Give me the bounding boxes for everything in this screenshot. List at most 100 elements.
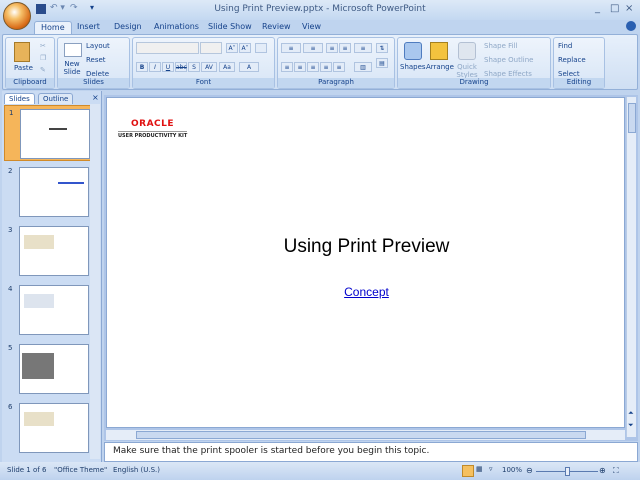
minimize-button[interactable]: _: [595, 3, 600, 14]
select-button[interactable]: Select: [558, 70, 580, 78]
panel-scrollbar[interactable]: [90, 104, 100, 459]
tab-insert[interactable]: Insert: [77, 22, 100, 31]
align-text-button[interactable]: ▤: [376, 58, 388, 68]
italic-button[interactable]: I: [149, 62, 161, 72]
clipboard-label: Clipboard: [6, 78, 54, 88]
title-bar: Using Print Preview.pptx - Microsoft Pow…: [0, 0, 640, 20]
maximize-button[interactable]: □: [610, 3, 619, 14]
zoom-slider-thumb[interactable]: [565, 467, 570, 476]
slide-sorter-icon[interactable]: ▦: [476, 465, 488, 477]
close-panel-button[interactable]: ×: [92, 93, 99, 102]
oracle-logo: ORACLE: [131, 119, 175, 129]
align-right-button[interactable]: ≡: [307, 62, 319, 72]
thumbnail: [19, 344, 89, 394]
group-slides: New Slide Layout Reset Delete Slides: [57, 37, 130, 89]
shadow-button[interactable]: S: [188, 62, 200, 72]
font-name-select[interactable]: [136, 42, 199, 54]
spacing-button[interactable]: AV: [201, 62, 217, 72]
slide-canvas[interactable]: ORACLE USER PRODUCTIVITY KIT Using Print…: [106, 97, 625, 428]
copy-icon[interactable]: ❐: [40, 54, 46, 62]
tab-review[interactable]: Review: [262, 22, 291, 31]
format-painter-icon[interactable]: ✎: [40, 66, 46, 74]
tab-slides[interactable]: Slides: [4, 93, 35, 104]
numbering-button[interactable]: ≡: [303, 43, 323, 53]
drawing-label: Drawing: [398, 78, 550, 88]
redo-icon[interactable]: ↷: [70, 3, 78, 13]
save-icon[interactable]: [36, 4, 46, 14]
tab-home[interactable]: Home: [34, 21, 72, 35]
thumbnail: [19, 167, 89, 217]
slide-thumbnail-5[interactable]: 5: [4, 341, 92, 397]
text-direction-button[interactable]: ⇅: [376, 43, 388, 53]
scroll-thumb[interactable]: [628, 103, 636, 133]
delete-button[interactable]: Delete: [86, 70, 109, 78]
previous-slide-icon[interactable]: ⏶: [628, 409, 634, 418]
tab-design[interactable]: Design: [114, 22, 142, 31]
quick-styles-button[interactable]: Quick Styles: [454, 63, 480, 79]
horizontal-scrollbar[interactable]: [106, 430, 625, 440]
arrange-icon: [430, 42, 448, 60]
slide-thumbnail-1[interactable]: 1: [4, 105, 92, 161]
slide-number: 2: [8, 167, 13, 175]
shape-fill-button[interactable]: Shape Fill: [484, 42, 518, 50]
shrink-font-button[interactable]: A˅: [239, 43, 251, 53]
tab-view[interactable]: View: [302, 22, 321, 31]
slide-thumbnail-2[interactable]: 2: [4, 164, 92, 220]
decrease-indent-button[interactable]: ≡: [326, 43, 338, 53]
font-size-select[interactable]: [200, 42, 222, 54]
concept-link[interactable]: Concept: [107, 285, 626, 299]
help-icon[interactable]: [626, 21, 636, 31]
strikethrough-button[interactable]: abc: [175, 62, 187, 72]
font-color-button[interactable]: A: [239, 62, 259, 72]
shapes-button[interactable]: Shapes: [400, 63, 426, 71]
shape-outline-button[interactable]: Shape Outline: [484, 56, 533, 64]
undo-icon[interactable]: ↶ ▾: [50, 3, 65, 13]
replace-button[interactable]: Replace: [558, 56, 586, 64]
grow-font-button[interactable]: A˄: [226, 43, 238, 53]
tab-animations[interactable]: Animations: [154, 22, 199, 31]
new-slide-button[interactable]: New Slide: [62, 60, 82, 76]
shape-effects-button[interactable]: Shape Effects: [484, 70, 532, 78]
clear-format-button[interactable]: [255, 43, 267, 53]
layout-button[interactable]: Layout: [86, 42, 110, 50]
find-button[interactable]: Find: [558, 42, 572, 50]
zoom-level[interactable]: 100%: [502, 466, 522, 474]
tab-slide-show[interactable]: Slide Show: [208, 22, 252, 31]
paragraph-label: Paragraph: [278, 78, 394, 88]
notes-pane[interactable]: Make sure that the print spooler is star…: [104, 442, 638, 462]
distribute-button[interactable]: ≡: [333, 62, 345, 72]
slide-thumbnail-6[interactable]: 6: [4, 400, 92, 456]
next-slide-icon[interactable]: ⏷: [628, 421, 634, 430]
cut-icon[interactable]: ✂: [40, 42, 46, 50]
slide-show-icon[interactable]: ▿: [489, 465, 501, 477]
bullets-button[interactable]: ≡: [281, 43, 301, 53]
columns-button[interactable]: ▥: [354, 62, 372, 72]
justify-button[interactable]: ≡: [320, 62, 332, 72]
change-case-button[interactable]: Aa: [219, 62, 235, 72]
line-spacing-button[interactable]: ≡: [354, 43, 372, 53]
normal-view-icon[interactable]: [462, 465, 474, 477]
tab-outline[interactable]: Outline: [38, 93, 74, 104]
slide-count: Slide 1 of 6: [7, 466, 47, 474]
fit-to-window-icon[interactable]: ⛶: [613, 466, 619, 476]
slide-thumbnail-3[interactable]: 3: [4, 223, 92, 279]
group-clipboard: Paste ✂ ❐ ✎ Clipboard: [5, 37, 55, 89]
close-button[interactable]: ×: [625, 3, 633, 14]
slide-thumbnail-4[interactable]: 4: [4, 282, 92, 338]
vertical-scrollbar[interactable]: ⏶ ⏷: [626, 97, 636, 437]
paste-button[interactable]: Paste: [14, 64, 33, 72]
slide-title[interactable]: Using Print Preview: [107, 236, 626, 258]
zoom-out-icon[interactable]: ⊖: [526, 466, 533, 475]
office-button[interactable]: [3, 2, 31, 30]
language[interactable]: English (U.S.): [113, 466, 160, 474]
zoom-in-icon[interactable]: ⊕: [599, 466, 606, 475]
center-button[interactable]: ≡: [294, 62, 306, 72]
reset-button[interactable]: Reset: [86, 56, 106, 64]
bold-button[interactable]: B: [136, 62, 148, 72]
scroll-thumb[interactable]: [136, 431, 586, 439]
underline-button[interactable]: U: [162, 62, 174, 72]
increase-indent-button[interactable]: ≡: [339, 43, 351, 53]
align-left-button[interactable]: ≡: [281, 62, 293, 72]
arrange-button[interactable]: Arrange: [426, 63, 454, 71]
customize-toolbar-icon[interactable]: ▾: [90, 3, 94, 12]
